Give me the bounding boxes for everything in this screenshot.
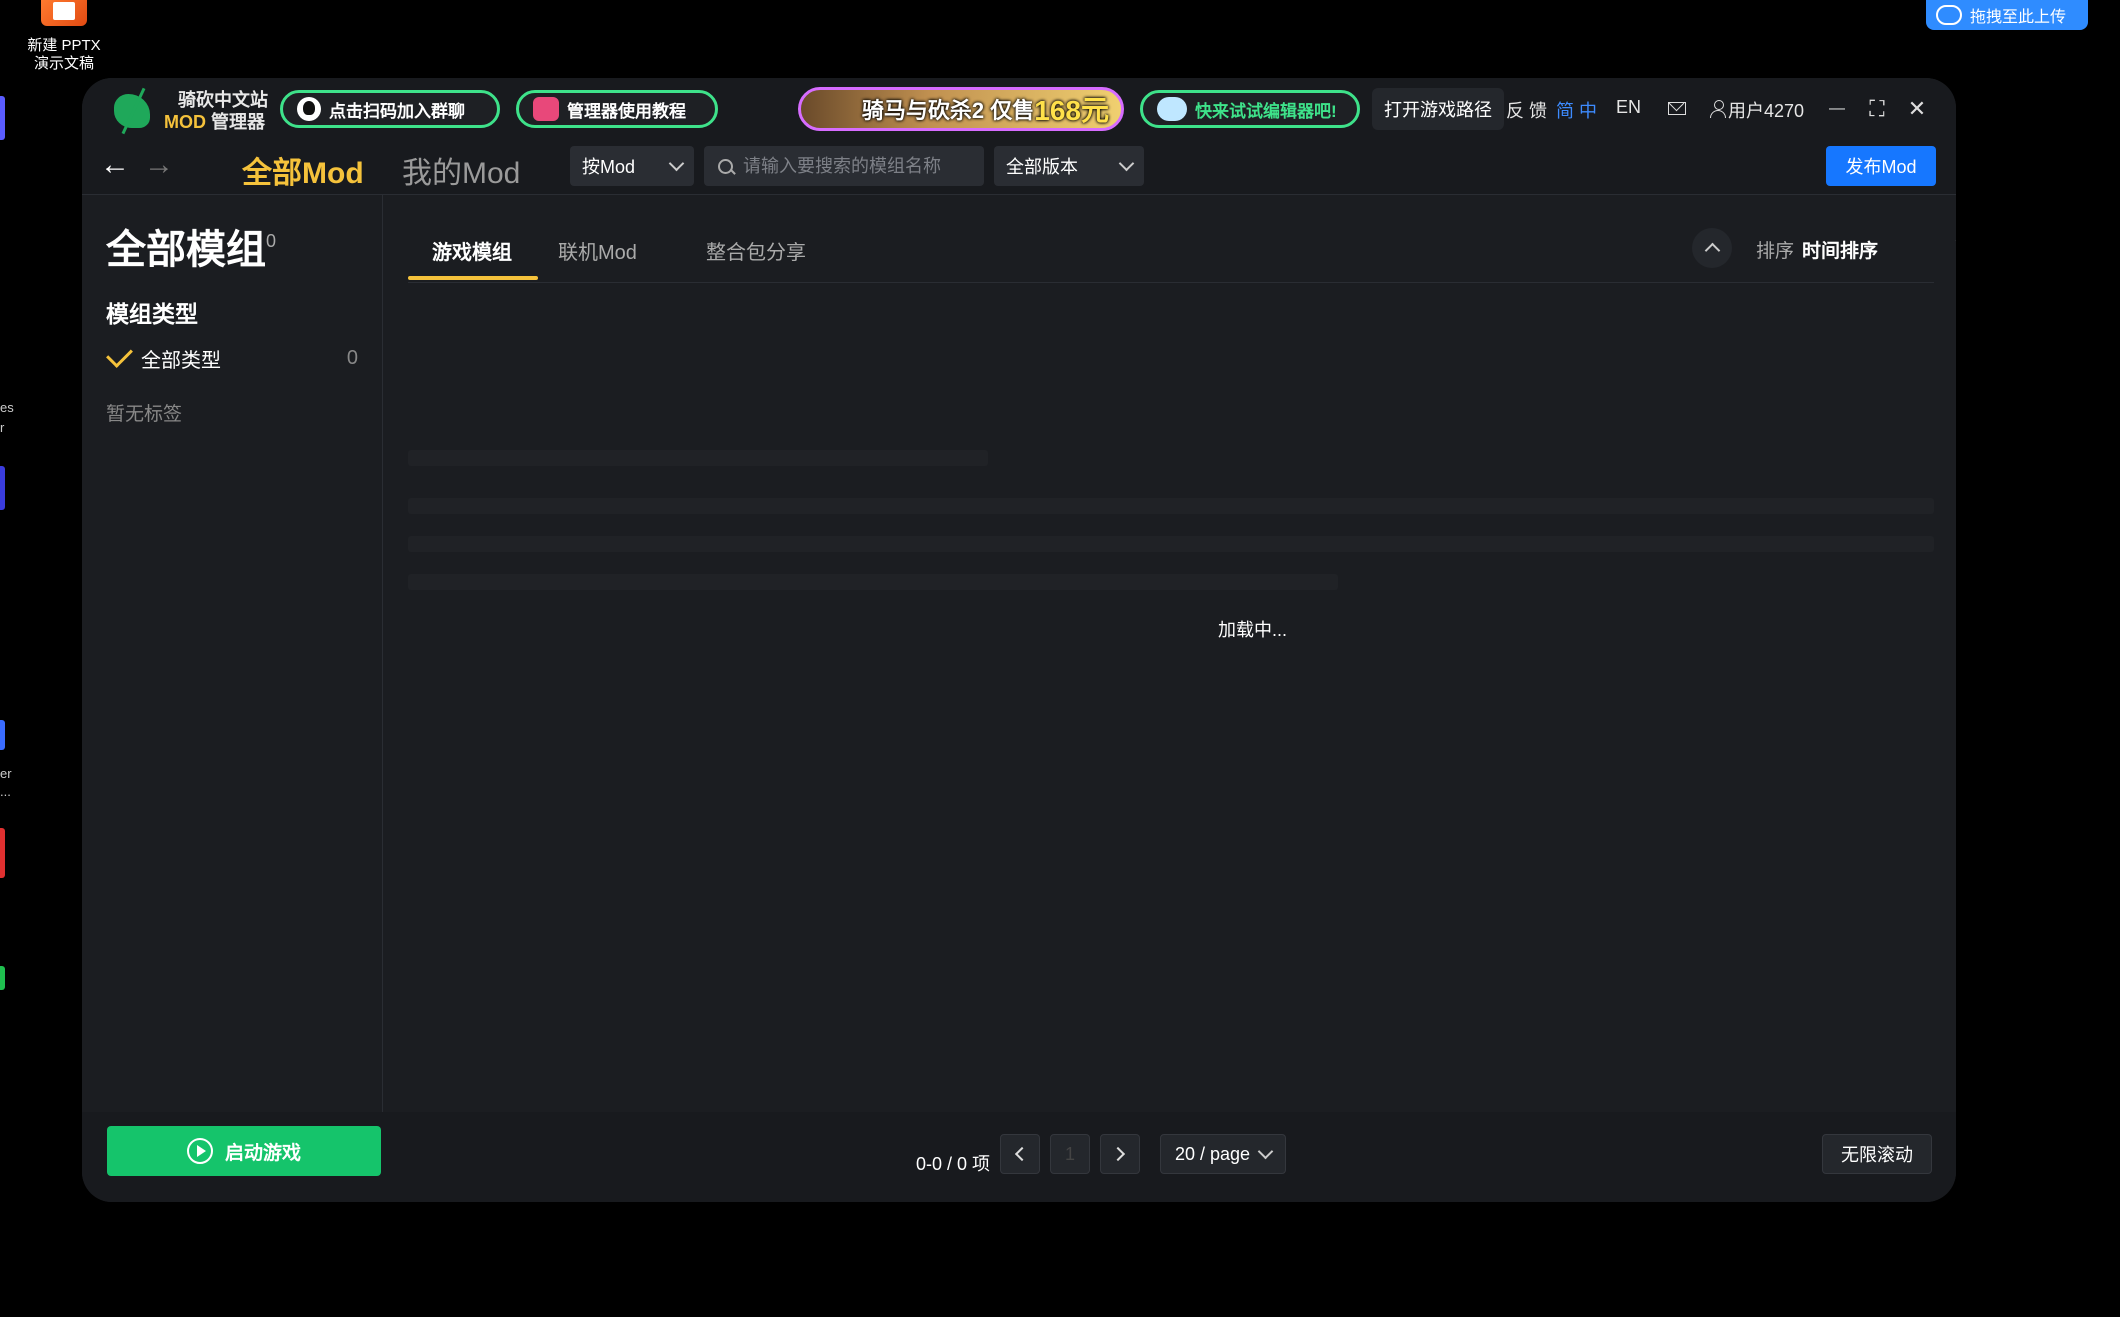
start-game-button[interactable]: 启动游戏 (107, 1126, 381, 1176)
drag-upload-label: 拖拽至此上传 (1970, 9, 2067, 26)
version-select-value: 全部版本 (1006, 157, 1078, 177)
version-select[interactable]: 全部版本 (994, 146, 1144, 186)
tab-game-mods[interactable]: 游戏模组 (432, 236, 512, 265)
pagination-range: 0-0 / 0 项 (916, 1154, 991, 1174)
tutorial-button[interactable]: 管理器使用教程 (516, 90, 718, 128)
current-page-button[interactable]: 1 (1050, 1134, 1090, 1174)
desktop-icon-label-line1: 新建 PPTX (27, 37, 101, 54)
qq-group-label: 点击扫码加入群聊 (329, 101, 465, 121)
skeleton-line (408, 536, 1934, 552)
qq-group-button[interactable]: 点击扫码加入群聊 (280, 90, 500, 128)
skeleton-line (408, 450, 988, 466)
main-content: 游戏模组 联机Mod 整合包分享 排序 时间排序 加载中... (408, 218, 1956, 1108)
tutorial-label: 管理器使用教程 (567, 101, 686, 121)
tutorial-icon (533, 97, 559, 121)
desktop-edge-text: er (0, 766, 12, 781)
forward-arrow-icon[interactable]: → (144, 150, 174, 180)
content-tabs: 游戏模组 联机Mod 整合包分享 排序 时间排序 (408, 218, 1956, 283)
tab-my-mods[interactable]: 我的Mod (402, 148, 520, 192)
nav-bar: ← → 全部Mod 我的Mod 按Mod 全部版本 发布Mod (82, 140, 1956, 195)
skeleton-line (408, 574, 1338, 590)
active-tab-indicator (408, 276, 538, 280)
mod-type-heading: 模组类型 (106, 301, 198, 327)
logo-manager-text: 管理器 (211, 112, 266, 132)
check-icon (106, 340, 133, 368)
search-icon (718, 158, 733, 174)
page-size-value: 20 / page (1174, 1143, 1251, 1164)
infinite-scroll-button[interactable]: 无限滚动 (1822, 1134, 1932, 1174)
tab-all-mods[interactable]: 全部Mod (242, 148, 364, 192)
mail-icon[interactable] (1668, 102, 1686, 115)
title-bar: 骑砍中文站 MOD 管理器 点击扫码加入群聊 管理器使用教程 骑马与砍杀2 仅售… (82, 78, 1956, 140)
knight-logo-icon (110, 86, 154, 136)
sidebar-item-all-types[interactable]: 全部类型 0 (106, 340, 358, 373)
search-input[interactable] (741, 154, 975, 178)
no-tag-text: 暂无标签 (106, 404, 183, 425)
baidu-cloud-icon (1936, 5, 1962, 25)
play-icon (186, 1138, 213, 1164)
desktop-edge-icon[interactable] (0, 96, 5, 140)
desktop-edge-icon[interactable] (0, 966, 5, 990)
sidebar-title: 全部模组 (106, 228, 266, 272)
chevron-down-icon (668, 155, 685, 172)
publish-mod-button[interactable]: 发布Mod (1826, 146, 1936, 186)
open-game-path-button[interactable]: 打开游戏路径 (1372, 88, 1504, 130)
sidebar: 全部模组 0 模组类型 全部类型 0 暂无标签 (82, 195, 383, 1112)
start-game-label: 启动游戏 (224, 1142, 301, 1164)
tab-online-mods[interactable]: 联机Mod (558, 236, 637, 265)
type-count: 0 (346, 346, 358, 369)
back-arrow-icon[interactable]: ← (100, 150, 130, 180)
desktop-icon-new-pptx[interactable]: 新建 PPTX 演示文稿 (24, 0, 104, 74)
type-label: 全部类型 (141, 349, 221, 372)
desktop-icon-label-line2: 演示文稿 (33, 55, 94, 72)
promo-banner-text: 骑马与砍杀2 仅售 (861, 98, 1035, 123)
minimize-button[interactable]: — (1822, 94, 1852, 124)
pptx-file-icon (41, 0, 87, 26)
chevron-down-icon (1118, 155, 1135, 172)
promo-banner[interactable]: 骑马与砍杀2 仅售 168元 (798, 87, 1124, 131)
loading-text: 加载中... (1218, 620, 1288, 640)
maximize-button[interactable]: ⛶ (1862, 94, 1892, 124)
tab-modpack-share[interactable]: 整合包分享 (706, 236, 806, 265)
robot-icon (1157, 97, 1187, 121)
desktop-edge-icon[interactable] (0, 720, 5, 750)
filter-select[interactable]: 按Mod (570, 146, 694, 186)
logo-mod-text: MOD (164, 112, 206, 132)
feedback-link[interactable]: 反 馈 (1506, 97, 1547, 123)
user-icon (1710, 100, 1726, 118)
sidebar-title-count: 0 (266, 231, 277, 251)
logo-site-name: 骑砍中文站 (178, 90, 268, 110)
sort-label: 排序 (1756, 241, 1795, 262)
desktop-edge-icon[interactable] (0, 828, 5, 878)
prev-page-button[interactable] (1000, 1134, 1040, 1174)
lang-zh-button[interactable]: 简 中 (1556, 97, 1597, 123)
editor-button[interactable]: 快来试试编辑器吧! (1140, 90, 1360, 128)
qq-icon (297, 97, 321, 121)
sort-select[interactable]: 时间排序 (1802, 236, 1878, 263)
page-size-select[interactable]: 20 / page (1160, 1134, 1286, 1174)
sort-direction-button[interactable] (1692, 228, 1732, 268)
mod-manager-window: 骑砍中文站 MOD 管理器 点击扫码加入群聊 管理器使用教程 骑马与砍杀2 仅售… (82, 78, 1956, 1202)
drag-upload-button[interactable]: 拖拽至此上传 (1926, 0, 2088, 30)
desktop-edge-icon[interactable] (0, 466, 5, 510)
desktop-edge-text: r (0, 420, 5, 435)
editor-label: 快来试试编辑器吧! (1195, 101, 1337, 121)
user-name[interactable]: 用户4270 (1728, 97, 1804, 123)
promo-banner-price: 168元 (1034, 95, 1109, 126)
desktop-edge-text: ... (0, 784, 11, 799)
filter-select-value: 按Mod (582, 157, 636, 177)
footer-bar: 启动游戏 0-0 / 0 项 1 20 / page 无限滚动 (82, 1112, 1956, 1202)
search-box[interactable] (704, 146, 984, 186)
skeleton-line (408, 498, 1934, 514)
chevron-down-icon (1257, 1143, 1274, 1160)
app-logo: 骑砍中文站 MOD 管理器 (110, 86, 268, 136)
close-button[interactable]: ✕ (1902, 94, 1932, 124)
desktop-edge-text: es (0, 400, 14, 415)
next-page-button[interactable] (1100, 1134, 1140, 1174)
lang-en-button[interactable]: EN (1616, 97, 1641, 118)
